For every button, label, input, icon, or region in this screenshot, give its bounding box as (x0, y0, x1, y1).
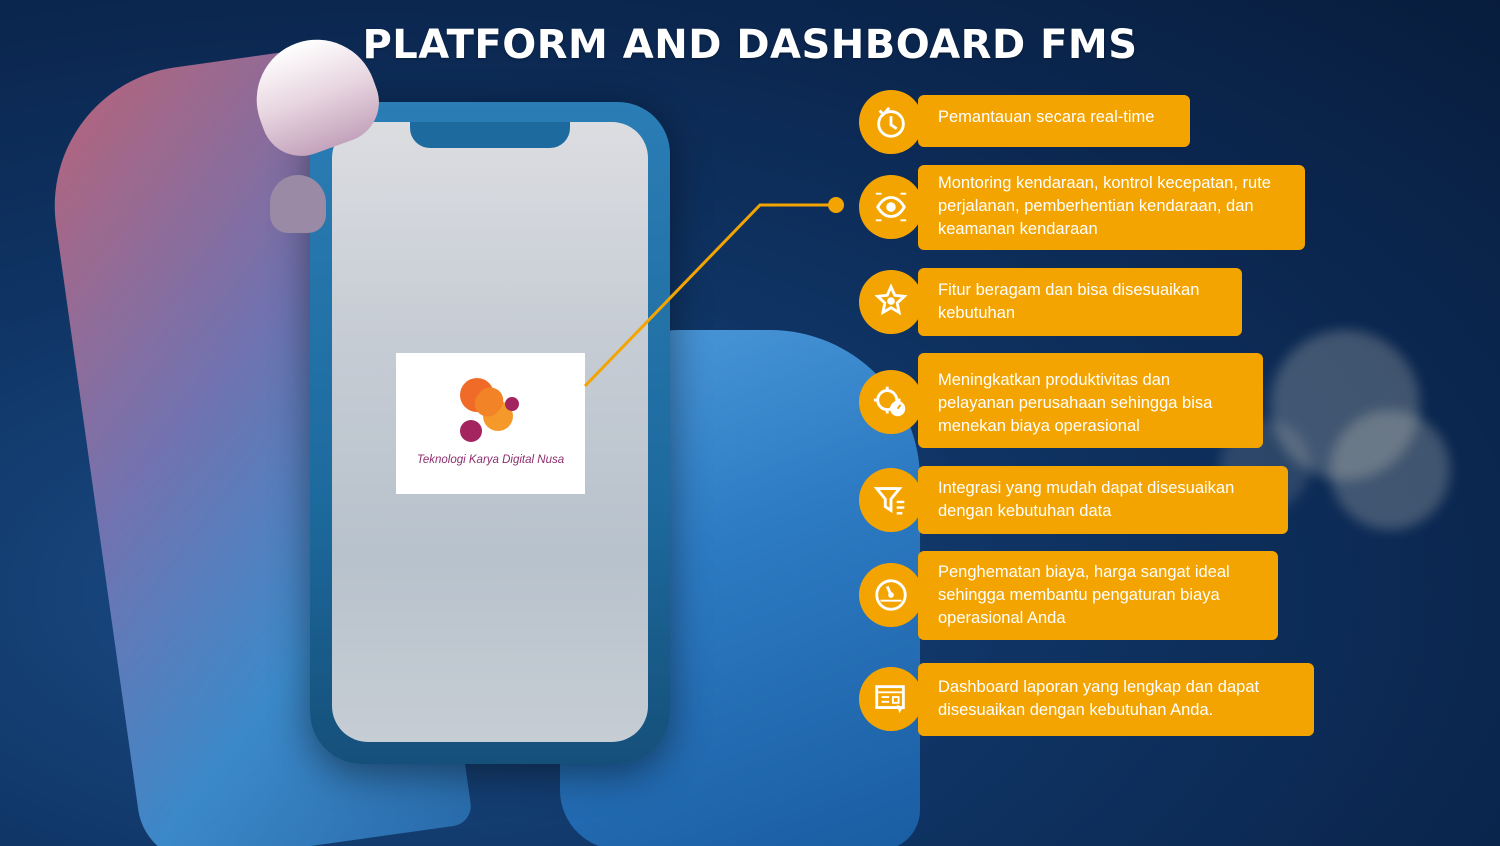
feature-text: Meningkatkan produktivitas dan pelayanan… (918, 353, 1263, 448)
speedometer-icon (859, 563, 923, 627)
eye-chip-icon (859, 175, 923, 239)
feature-text: Integrasi yang mudah dapat disesuaikan d… (918, 466, 1288, 534)
feature-text: Fitur beragam dan bisa disesuaikan kebut… (918, 268, 1242, 336)
infographic-canvas: Teknologi Karya Digital Nusa PLATFORM AN… (0, 0, 1500, 846)
feature-text: Penghematan biaya, harga sangat ideal se… (918, 551, 1278, 640)
feature-text: Dashboard laporan yang lengkap dan dapat… (918, 663, 1314, 736)
clock-check-icon (859, 90, 923, 154)
gear-gauge-icon (859, 370, 923, 434)
feature-text: Pemantauan secara real-time (918, 95, 1190, 147)
star-badge-icon (859, 270, 923, 334)
funnel-integration-icon (859, 468, 923, 532)
page-title: PLATFORM AND DASHBOARD FMS (362, 22, 1138, 68)
feature-text: Montoring kendaraan, kontrol kecepatan, … (918, 165, 1305, 250)
dashboard-report-icon (859, 667, 923, 731)
